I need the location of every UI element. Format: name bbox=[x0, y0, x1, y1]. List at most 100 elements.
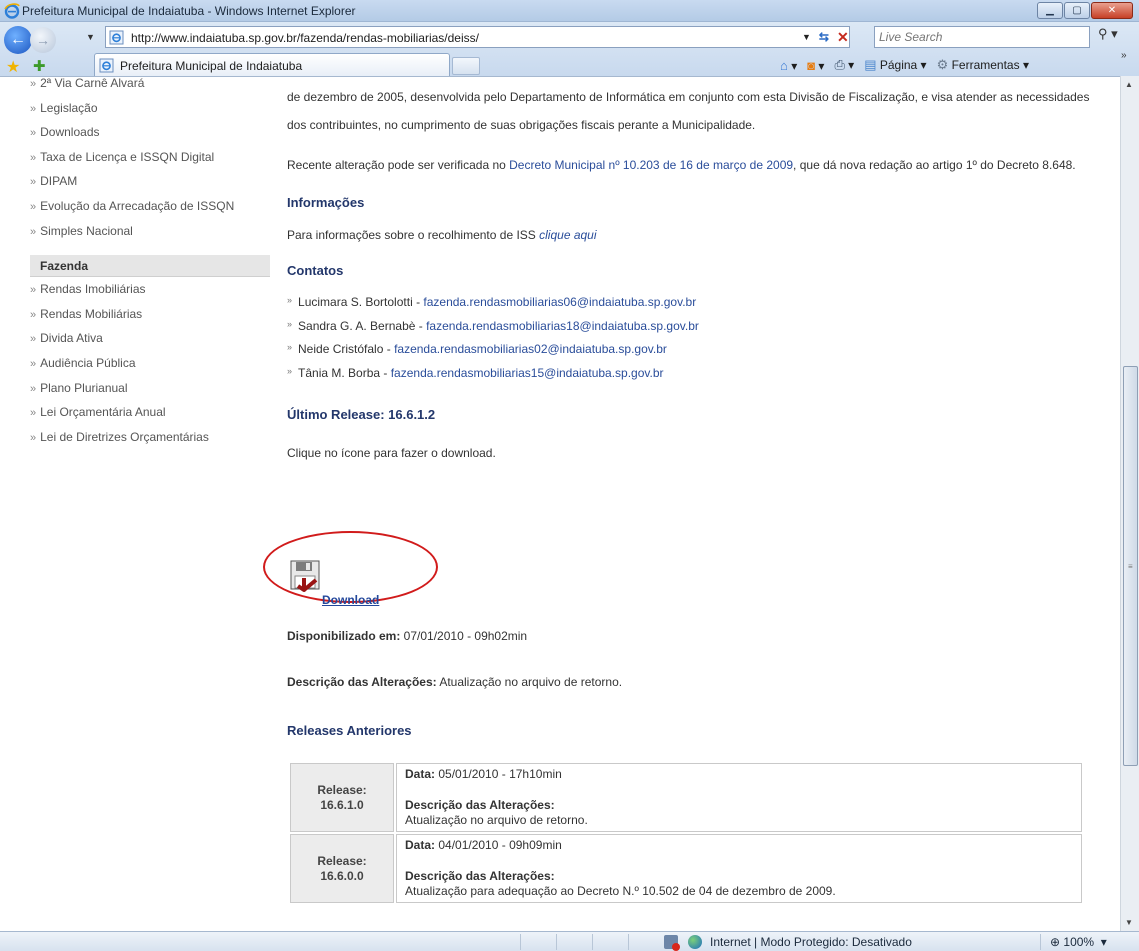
release-date-label: Data: bbox=[405, 767, 436, 781]
contact-name: Sandra G. A. Bernabè - bbox=[298, 318, 427, 333]
contacts-list: » Lucimara S. Bortolotti - fazenda.rendas… bbox=[287, 289, 1097, 383]
sidebar-item[interactable]: » Audiência Pública bbox=[30, 351, 270, 376]
scroll-down-icon[interactable]: ▼ bbox=[1125, 918, 1133, 927]
new-tab-button[interactable] bbox=[452, 57, 480, 75]
refresh-icon[interactable]: ⇆ bbox=[819, 30, 829, 44]
sidebar-item-label: Plano Plurianual bbox=[40, 380, 128, 395]
contact-name: Tânia M. Borba - bbox=[298, 365, 391, 380]
feeds-button[interactable]: ◙ ▾ bbox=[807, 58, 824, 73]
release-desc-value: Atualização no arquivo de retorno. bbox=[405, 813, 588, 827]
search-input[interactable] bbox=[879, 29, 1059, 45]
print-button[interactable]: ⎙ ▾ bbox=[834, 57, 854, 73]
download-link[interactable]: Download bbox=[322, 593, 379, 607]
tools-menu-button[interactable]: ⚙ Ferramentas ▾ bbox=[937, 57, 1029, 73]
release-id-cell: Release: 16.6.0.0 bbox=[290, 834, 394, 903]
contacts-heading: Contatos bbox=[287, 263, 344, 278]
previous-releases-heading: Releases Anteriores bbox=[287, 723, 412, 738]
sidebar-item[interactable]: » Plano Plurianual bbox=[30, 376, 270, 401]
ie-logo-icon bbox=[4, 3, 20, 19]
forward-button[interactable]: → bbox=[30, 27, 56, 53]
vertical-scrollbar[interactable]: ▲ ≡ ▼ bbox=[1120, 76, 1139, 931]
chevron-right-icon: » bbox=[30, 382, 37, 395]
address-field[interactable]: http://www.indaiatuba.sp.gov.br/fazenda/… bbox=[105, 26, 850, 48]
contact-email-link[interactable]: fazenda.rendasmobiliarias15@indaiatuba.s… bbox=[391, 366, 664, 380]
scroll-grip-icon: ≡ bbox=[1128, 562, 1133, 571]
sidebar-item[interactable]: » Taxa de Licença e ISSQN Digital bbox=[30, 145, 270, 170]
release-date: Data: 04/01/2010 - 09h09min bbox=[405, 838, 1073, 853]
chevron-right-icon: » bbox=[30, 151, 37, 164]
sidebar-item[interactable]: » Lei Orçamentária Anual bbox=[30, 400, 270, 425]
sidebar-item[interactable]: » Simples Nacional bbox=[30, 219, 270, 244]
decree-link[interactable]: Decreto Municipal nº 10.203 de 16 de mar… bbox=[509, 158, 793, 172]
chevron-right-icon: » bbox=[30, 284, 37, 297]
sidebar-menu: » 2ª Via Carnê Alvará» Legislação» Download… bbox=[30, 77, 270, 449]
release-label: Release: bbox=[317, 853, 367, 868]
release-label: Release: bbox=[317, 782, 367, 797]
add-favorites-icon[interactable]: ✚ bbox=[33, 57, 46, 75]
recent-pages-dropdown-icon[interactable]: ▼ bbox=[86, 32, 95, 42]
sidebar-item-label: Taxa de Licença e ISSQN Digital bbox=[40, 149, 215, 164]
chevron-right-icon: » bbox=[30, 431, 37, 444]
tools-menu-label: Ferramentas bbox=[951, 58, 1020, 72]
sidebar-item[interactable]: » Legislação bbox=[30, 96, 270, 121]
page-menu-button[interactable]: ▤ Página ▾ bbox=[864, 57, 926, 73]
sidebar-item[interactable]: » Rendas Imobiliárias bbox=[30, 277, 270, 302]
blocked-content-icon[interactable] bbox=[664, 935, 680, 951]
maximize-button[interactable]: ▢ bbox=[1064, 2, 1090, 19]
sidebar-item[interactable]: » Divida Ativa bbox=[30, 326, 270, 351]
minimize-button[interactable]: ▁ bbox=[1037, 2, 1063, 19]
sidebar-item[interactable]: » Rendas Mobiliárias bbox=[30, 302, 270, 327]
sidebar-item[interactable]: » 2ª Via Carnê Alvará bbox=[30, 77, 270, 96]
status-bar: Internet | Modo Protegido: Desativado ⊕ … bbox=[0, 931, 1139, 951]
home-button[interactable]: ⌂ ▾ bbox=[780, 58, 797, 73]
close-window-button[interactable]: ✕ bbox=[1091, 2, 1133, 19]
zoom-value: 100% bbox=[1063, 935, 1095, 949]
security-zone-text[interactable]: Internet | Modo Protegido: Desativado bbox=[710, 935, 912, 949]
scrollbar-thumb[interactable]: ≡ bbox=[1123, 366, 1138, 766]
search-icon[interactable]: ⚲ ▾ bbox=[1098, 26, 1118, 42]
favorites-star-icon[interactable]: ★ bbox=[6, 57, 20, 77]
info-text: Para informações sobre o recolhimento de… bbox=[287, 228, 540, 242]
sidebar-item-label: Audiência Pública bbox=[40, 355, 136, 370]
chevron-right-icon: » bbox=[30, 200, 37, 213]
address-toolbar: ← → ▼ http://www.indaiatuba.sp.gov.br/fa… bbox=[0, 22, 1139, 77]
internet-zone-icon bbox=[688, 935, 702, 949]
search-box[interactable] bbox=[874, 26, 1090, 48]
chevron-more-icon[interactable]: » bbox=[1121, 50, 1127, 61]
chevron-right-icon: » bbox=[30, 357, 37, 370]
available-value: 07/01/2010 - 09h02min bbox=[400, 629, 528, 643]
previous-releases-table: Release: 16.6.1.0 Data: 05/01/2010 - 17h10… bbox=[288, 761, 1084, 905]
window-title: Prefeitura Municipal de Indaiatuba - Win… bbox=[22, 4, 356, 18]
contact-item: » Lucimara S. Bortolotti - fazenda.rendas… bbox=[287, 289, 1097, 313]
sidebar-item-label: Divida Ativa bbox=[40, 331, 103, 346]
contact-email-link[interactable]: fazenda.rendasmobiliarias02@indaiatuba.s… bbox=[394, 342, 667, 356]
tab-label: Prefeitura Municipal de Indaiatuba bbox=[120, 59, 303, 73]
bullet-icon: » bbox=[287, 295, 293, 305]
contact-item: » Sandra G. A. Bernabè - fazenda.rendasmo… bbox=[287, 313, 1097, 337]
contact-email-link[interactable]: fazenda.rendasmobiliarias06@indaiatuba.s… bbox=[423, 295, 696, 309]
stop-icon[interactable]: ✕ bbox=[837, 29, 849, 46]
address-dropdown-icon[interactable]: ▼ bbox=[802, 32, 811, 42]
sidebar-item-label: Evolução da Arrecadação de ISSQN bbox=[40, 198, 235, 213]
status-divider bbox=[520, 934, 521, 950]
contact-email-link[interactable]: fazenda.rendasmobiliarias18@indaiatuba.s… bbox=[426, 319, 699, 333]
sidebar-item[interactable]: » Downloads bbox=[30, 120, 270, 145]
sidebar-item[interactable]: » Lei de Diretrizes Orçamentárias bbox=[30, 425, 270, 450]
back-button[interactable]: ← bbox=[4, 26, 32, 54]
release-row: Release: 16.6.0.0 Data: 04/01/2010 - 09h09… bbox=[290, 834, 1082, 903]
zoom-level[interactable]: ⊕ 100% ▾ bbox=[1050, 935, 1107, 949]
page-icon bbox=[109, 30, 124, 45]
chevron-right-icon: » bbox=[30, 333, 37, 346]
info-link[interactable]: clique aqui bbox=[539, 228, 596, 242]
changes-value: Atualização no arquivo de retorno. bbox=[436, 675, 623, 689]
tab-indaiatuba[interactable]: Prefeitura Municipal de Indaiatuba bbox=[94, 53, 450, 77]
latest-changes: Descrição das Alterações: Atualização no… bbox=[287, 675, 622, 689]
sidebar-item[interactable]: » Evolução da Arrecadação de ISSQN bbox=[30, 194, 270, 219]
scroll-up-icon[interactable]: ▲ bbox=[1125, 80, 1133, 89]
sidebar-item-label: Rendas Imobiliárias bbox=[40, 282, 146, 297]
bullet-icon: » bbox=[287, 365, 293, 376]
sidebar-item[interactable]: » DIPAM bbox=[30, 169, 270, 194]
release-version: 16.6.0.0 bbox=[320, 868, 364, 883]
